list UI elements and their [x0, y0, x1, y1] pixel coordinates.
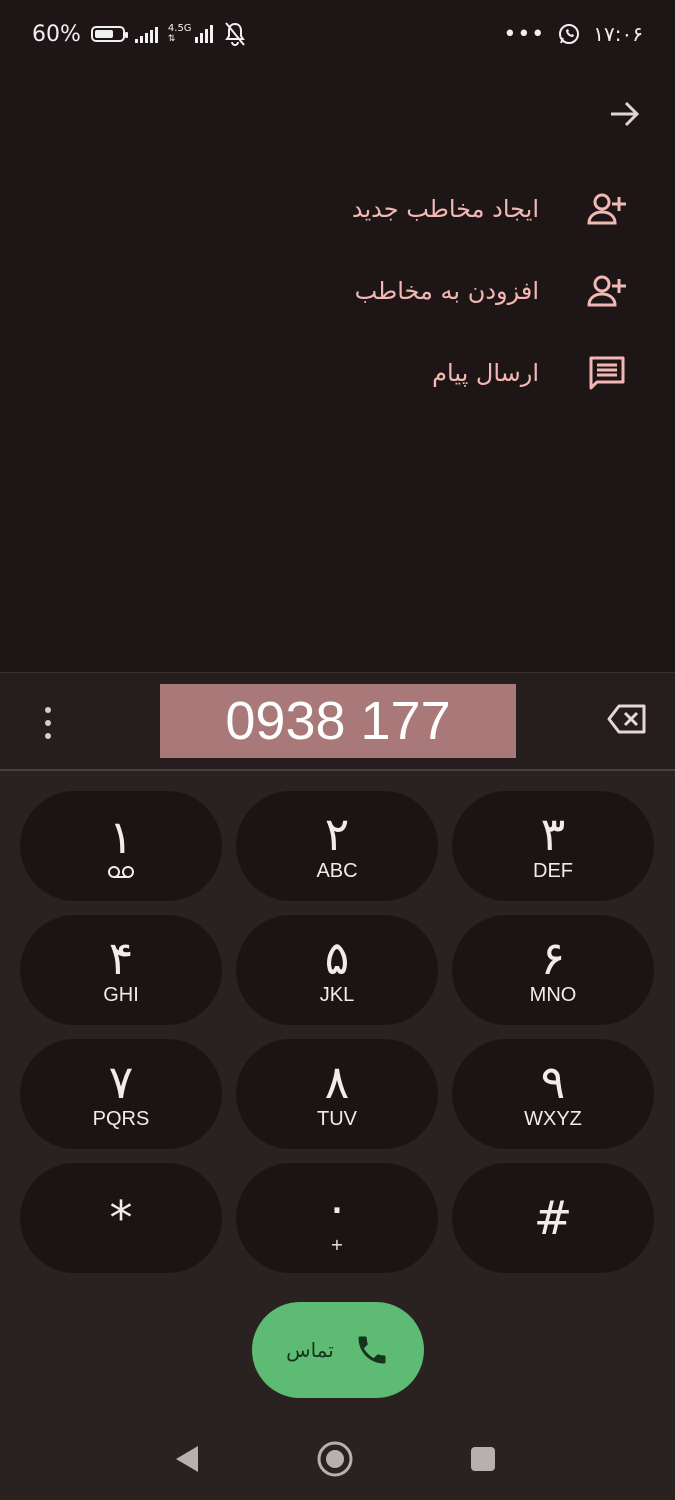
nav-recents-icon[interactable]: [471, 1447, 495, 1471]
key-4[interactable]: ۴ GHI: [20, 915, 222, 1025]
signal-icon: [134, 25, 158, 43]
key-digit: ۶: [540, 931, 566, 985]
navigation-bar: [0, 1420, 675, 1500]
status-bar: 60% 4.5G ⇅ ••• ۱۷:۰۶: [0, 0, 675, 68]
key-letters: GHI: [103, 984, 139, 1006]
menu-item-label: ارسال پیام: [432, 359, 539, 387]
key-7[interactable]: ۷ PQRS: [20, 1039, 222, 1149]
network-label: 4.5G: [167, 23, 192, 34]
whatsapp-icon: [559, 24, 580, 44]
menu-item-label: افزودن به مخاطب: [354, 277, 539, 305]
more-notifications-icon: •••: [503, 21, 546, 47]
person-add-icon: [585, 269, 629, 313]
battery-icon: [90, 26, 128, 42]
key-digit: ۵: [324, 931, 350, 985]
key-6[interactable]: ۶ MNO: [452, 915, 654, 1025]
number-bar: 0938 177 5151: [0, 673, 675, 825]
key-star[interactable]: *: [20, 1163, 222, 1273]
status-right: ••• ۱۷:۰۶: [503, 18, 643, 50]
nav-back-icon[interactable]: [174, 1444, 200, 1474]
key-letters: WXYZ: [524, 1108, 582, 1130]
person-add-icon: [585, 187, 629, 231]
message-icon: [585, 351, 629, 395]
key-0[interactable]: ۰ +: [236, 1163, 438, 1273]
key-digit: ۰: [324, 1179, 350, 1234]
nav-home-icon[interactable]: [316, 1440, 354, 1478]
menu-item-label: ایجاد مخاطب جدید: [351, 195, 539, 223]
key-letters: PQRS: [92, 1108, 150, 1130]
network-4-5g-icon: 4.5G ⇅: [168, 24, 213, 44]
status-left: 60% 4.5G ⇅: [32, 18, 247, 50]
call-label: تماس: [286, 1338, 334, 1362]
key-2[interactable]: ۲ ABC: [236, 791, 438, 901]
key-digit: ۷: [108, 1055, 134, 1109]
key-digit: *: [109, 1191, 133, 1245]
key-letters: MNO: [529, 984, 577, 1006]
phone-number-field[interactable]: 0938 177 5151: [160, 684, 516, 825]
key-letters: DEF: [533, 860, 573, 882]
key-hash[interactable]: #: [452, 1163, 654, 1273]
voicemail-icon: [108, 866, 134, 878]
silent-icon: [224, 22, 245, 46]
key-digit: #: [533, 1191, 573, 1245]
clock: ۱۷:۰۶: [593, 22, 643, 46]
backspace-icon[interactable]: [607, 703, 647, 735]
key-8[interactable]: ۸ TUV: [236, 1039, 438, 1149]
more-vert-icon[interactable]: [30, 703, 66, 743]
call-button[interactable]: تماس: [252, 1302, 424, 1398]
battery-percent: 60%: [32, 21, 81, 47]
arrow-right-icon[interactable]: [607, 96, 643, 132]
key-5[interactable]: ۵ JKL: [236, 915, 438, 1025]
phone-icon: [358, 1336, 386, 1364]
key-letters: ABC: [316, 860, 358, 882]
key-letters: +: [330, 1234, 344, 1254]
key-digit: ۹: [540, 1055, 566, 1109]
key-digit: ۳: [540, 807, 566, 861]
key-1[interactable]: ۱: [20, 791, 222, 901]
key-digit: ۸: [324, 1055, 350, 1109]
key-digit: ۴: [108, 931, 134, 985]
key-letters: JKL: [319, 984, 355, 1006]
key-9[interactable]: ۹ WXYZ: [452, 1039, 654, 1149]
menu-item-add-to-contact[interactable]: افزودن به مخاطب: [0, 256, 675, 326]
menu-item-create-contact[interactable]: ایجاد مخاطب جدید: [0, 174, 675, 244]
key-digit: ۲: [324, 807, 350, 861]
menu-item-send-message[interactable]: ارسال پیام: [0, 338, 675, 408]
key-3[interactable]: ۳ DEF: [452, 791, 654, 901]
key-letters: TUV: [317, 1108, 357, 1130]
key-digit: ۱: [108, 810, 134, 864]
